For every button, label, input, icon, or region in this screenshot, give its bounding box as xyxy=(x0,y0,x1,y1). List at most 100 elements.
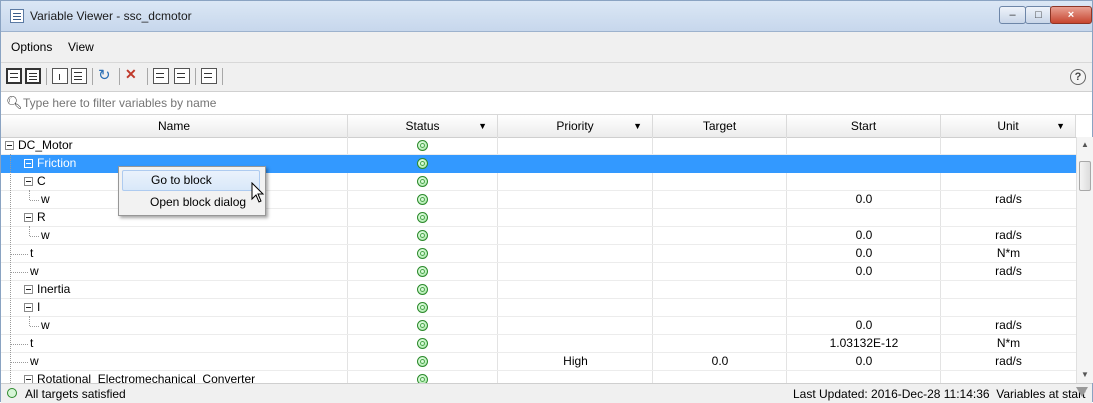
priority-value[interactable] xyxy=(498,209,653,227)
variable-name: w xyxy=(41,318,50,332)
target-value[interactable] xyxy=(653,281,787,299)
unit-value[interactable]: N*m xyxy=(941,335,1076,353)
scroll-up-icon[interactable]: ▲ xyxy=(1077,137,1093,153)
target-value[interactable]: 0.0 xyxy=(653,353,787,371)
scroll-thumb[interactable] xyxy=(1079,161,1091,191)
mouse-pointer-icon xyxy=(251,182,265,203)
unit-value[interactable]: rad/s xyxy=(941,317,1076,335)
table-row[interactable]: I xyxy=(1,298,1076,317)
priority-value[interactable] xyxy=(498,227,653,245)
table-row[interactable]: Rotational_Electromechanical_Converter xyxy=(1,370,1076,383)
maximize-button[interactable]: □ xyxy=(1025,6,1052,24)
clear-targets-icon[interactable]: ✕ xyxy=(125,66,137,83)
status-ok-icon xyxy=(417,248,428,259)
status-ok-icon xyxy=(417,302,428,313)
sort-icon[interactable] xyxy=(52,68,68,84)
unit-value[interactable] xyxy=(941,371,1076,383)
toolbar: ↻ ✕ ? xyxy=(1,63,1092,92)
column-header-status[interactable]: Status ▼ xyxy=(348,115,498,137)
unit-value[interactable] xyxy=(941,173,1076,191)
unit-value[interactable] xyxy=(941,137,1076,155)
collapse-toggle-icon[interactable] xyxy=(24,285,33,294)
priority-value[interactable] xyxy=(498,299,653,317)
unit-value[interactable]: rad/s xyxy=(941,227,1076,245)
target-value[interactable] xyxy=(653,371,787,383)
menu-bar: Options View xyxy=(1,32,1092,63)
status-ok-icon xyxy=(417,230,428,241)
menu-view[interactable]: View xyxy=(68,40,94,54)
unit-value[interactable]: rad/s xyxy=(941,191,1076,209)
target-value[interactable] xyxy=(653,155,787,173)
add-column-icon[interactable] xyxy=(174,68,190,84)
table-row[interactable]: t 0.0 N*m xyxy=(1,244,1076,263)
collapse-toggle-icon[interactable] xyxy=(24,177,33,186)
expand-all-icon[interactable] xyxy=(6,68,22,84)
refresh-icon[interactable]: ↻ xyxy=(98,66,111,84)
column-header-start[interactable]: Start xyxy=(787,115,941,137)
collapse-all-icon[interactable] xyxy=(25,68,41,84)
start-value: 0.0 xyxy=(855,318,873,332)
priority-value[interactable] xyxy=(498,173,653,191)
priority-value[interactable] xyxy=(498,245,653,263)
collapse-toggle-icon[interactable] xyxy=(24,303,33,312)
scroll-down-icon[interactable]: ▼ xyxy=(1077,367,1093,383)
column-header-unit[interactable]: Unit ▼ xyxy=(941,115,1076,137)
collapse-toggle-icon[interactable] xyxy=(5,141,14,150)
help-icon[interactable]: ? xyxy=(1070,69,1086,85)
search-icon[interactable]: 🔍︎ xyxy=(6,95,23,111)
filter-funnel-icon[interactable] xyxy=(1076,387,1088,397)
target-value[interactable] xyxy=(653,335,787,353)
table-row[interactable]: w High 0.0 0.0 rad/s xyxy=(1,352,1076,371)
priority-value[interactable] xyxy=(498,371,653,383)
menu-item-open-block-dialog[interactable]: Open block dialog xyxy=(122,192,260,213)
target-value[interactable] xyxy=(653,209,787,227)
menu-options[interactable]: Options xyxy=(11,40,52,54)
priority-value[interactable]: High xyxy=(498,353,653,371)
unit-value[interactable]: rad/s xyxy=(941,263,1076,281)
tree-view-icon[interactable] xyxy=(71,68,87,84)
column-header-target[interactable]: Target xyxy=(653,115,787,137)
close-button[interactable]: × xyxy=(1050,6,1092,24)
unit-value[interactable]: N*m xyxy=(941,245,1076,263)
table-row[interactable]: w 0.0 rad/s xyxy=(1,262,1076,281)
minimize-button[interactable]: – xyxy=(999,6,1026,24)
target-value[interactable] xyxy=(653,173,787,191)
filter-input[interactable] xyxy=(23,94,443,111)
unit-value[interactable] xyxy=(941,155,1076,173)
table-row[interactable]: Inertia xyxy=(1,280,1076,299)
unit-value[interactable] xyxy=(941,209,1076,227)
unit-value[interactable]: rad/s xyxy=(941,353,1076,371)
target-value[interactable] xyxy=(653,137,787,155)
collapse-toggle-icon[interactable] xyxy=(24,375,33,383)
priority-value[interactable] xyxy=(498,191,653,209)
collapse-toggle-icon[interactable] xyxy=(24,213,33,222)
table-row[interactable]: w 0.0 rad/s xyxy=(1,226,1076,245)
target-value[interactable] xyxy=(653,227,787,245)
filter-bar: 🔍︎ xyxy=(1,92,1092,115)
table-row[interactable]: DC_Motor xyxy=(1,137,1076,155)
table-row[interactable]: t 1.03132E-12 N*m xyxy=(1,334,1076,353)
column-header-name[interactable]: Name xyxy=(1,115,348,137)
target-value[interactable] xyxy=(653,245,787,263)
column-header-priority[interactable]: Priority ▼ xyxy=(498,115,653,137)
priority-value[interactable] xyxy=(498,281,653,299)
priority-value[interactable] xyxy=(498,137,653,155)
unit-value[interactable] xyxy=(941,281,1076,299)
collapse-toggle-icon[interactable] xyxy=(24,159,33,168)
status-ok-icon xyxy=(417,374,428,383)
unit-value[interactable] xyxy=(941,299,1076,317)
start-value xyxy=(787,155,941,173)
columns-icon[interactable] xyxy=(201,68,217,84)
menu-item-go-to-block[interactable]: Go to block xyxy=(122,170,260,191)
table-row[interactable]: w 0.0 rad/s xyxy=(1,316,1076,335)
show-priority-icon[interactable] xyxy=(153,68,169,84)
vertical-scrollbar[interactable]: ▲ ▼ xyxy=(1076,137,1093,383)
priority-value[interactable] xyxy=(498,335,653,353)
target-value[interactable] xyxy=(653,317,787,335)
target-value[interactable] xyxy=(653,263,787,281)
priority-value[interactable] xyxy=(498,155,653,173)
priority-value[interactable] xyxy=(498,317,653,335)
priority-value[interactable] xyxy=(498,263,653,281)
target-value[interactable] xyxy=(653,299,787,317)
target-value[interactable] xyxy=(653,191,787,209)
